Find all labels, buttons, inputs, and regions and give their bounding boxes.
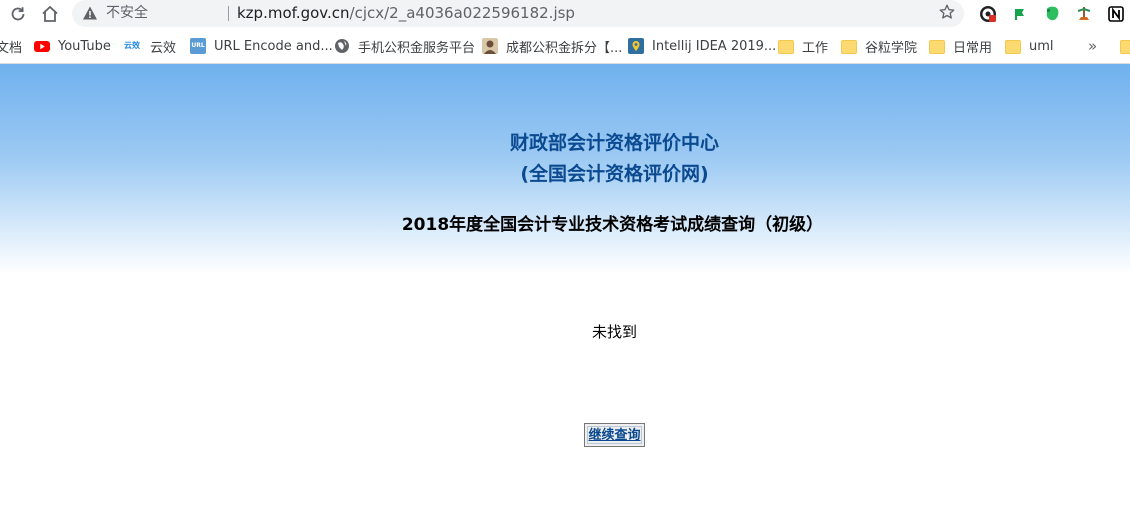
- bookmark-label: 日常用: [953, 40, 993, 56]
- extension-game-icon[interactable]: [1074, 4, 1094, 24]
- folder-icon: [1120, 39, 1130, 54]
- bookmark-label: URL Encode and...: [214, 38, 333, 54]
- bookmark-label: YouTube: [58, 38, 111, 54]
- notion-icon[interactable]: [1106, 4, 1126, 24]
- bookmark-folder-other[interactable]: [1120, 37, 1130, 55]
- evernote-icon[interactable]: [1042, 4, 1062, 24]
- continue-query-label: 继续查询: [588, 427, 641, 443]
- bookmarks-bar: 文档 YouTube 云效 云效 URL URL Encode and... 手…: [0, 31, 1130, 61]
- url-icon: URL: [190, 38, 206, 54]
- bookmark-folder-work[interactable]: 工作: [778, 37, 829, 56]
- bookmark-label: Intellij IDEA 2019...: [652, 38, 777, 54]
- youtube-icon: [34, 38, 50, 54]
- bookmark-label: 工作: [802, 40, 829, 56]
- org-title: 财政部会计资格评价中心: [509, 132, 719, 154]
- warning-icon[interactable]: [82, 5, 98, 25]
- folder-icon: [929, 39, 945, 54]
- bookmark-folder-daily[interactable]: 日常用: [929, 37, 993, 56]
- url-text[interactable]: kzp.mof.gov.cn/cjcx/2_a4036a022596182.js…: [237, 5, 575, 22]
- insecure-label: 不安全: [106, 5, 148, 21]
- result-message: 未找到: [591, 323, 637, 341]
- continue-query-button[interactable]: 继续查询: [584, 423, 645, 447]
- bookmark-docs[interactable]: 文档: [0, 37, 23, 56]
- star-icon[interactable]: [938, 3, 956, 25]
- folder-icon: [778, 39, 794, 54]
- bookmarks-overflow-button[interactable]: »: [1088, 37, 1097, 55]
- bookmark-folder-uml[interactable]: uml: [1005, 37, 1054, 55]
- org-subtitle: (全国会计资格评价网): [520, 163, 709, 185]
- avatar-icon: [482, 38, 498, 54]
- bookmark-label: 文档: [0, 40, 23, 56]
- bookmark-housing-fund[interactable]: 手机公积金服务平台: [334, 37, 476, 56]
- globe-icon: [334, 38, 350, 54]
- bookmark-label: 成都公积金拆分【...: [506, 40, 623, 56]
- bookmark-chengdu-fund[interactable]: 成都公积金拆分【...: [482, 37, 623, 56]
- extension-at-icon[interactable]: [978, 4, 998, 24]
- address-separator: [228, 6, 229, 21]
- bookmark-label: 云效: [150, 40, 177, 56]
- bookmark-intellij[interactable]: Intellij IDEA 2019...: [628, 37, 776, 55]
- bookmark-youtube[interactable]: YouTube: [34, 37, 111, 55]
- bookmark-folder-guli[interactable]: 谷粒学院: [841, 37, 918, 56]
- bookmark-label: 谷粒学院: [865, 40, 918, 56]
- yunxiao-icon: 云效: [124, 41, 140, 50]
- address-bar[interactable]: 不安全 kzp.mof.gov.cn/cjcx/2_a4036a02259618…: [72, 0, 964, 27]
- bookmark-url-encode[interactable]: URL URL Encode and...: [190, 37, 333, 55]
- folder-icon: [1005, 39, 1021, 54]
- page-title: 2018年度全国会计专业技术资格考试成绩查询（初级）: [401, 215, 824, 235]
- extension-flag-icon[interactable]: [1010, 4, 1030, 24]
- reload-icon[interactable]: [6, 2, 30, 26]
- browser-toolbar: 不安全 kzp.mof.gov.cn/cjcx/2_a4036a02259618…: [0, 0, 1130, 28]
- bookmark-yunxiao[interactable]: 云效 云效: [124, 37, 177, 56]
- home-icon[interactable]: [38, 2, 62, 26]
- folder-icon: [841, 39, 857, 54]
- map-pin-icon: [628, 38, 644, 54]
- url-path: /cjcx/2_a4036a022596182.jsp: [349, 4, 575, 22]
- url-host: kzp.mof.gov.cn: [237, 4, 350, 22]
- bookmark-label: 手机公积金服务平台: [358, 40, 476, 56]
- bookmark-label: uml: [1029, 38, 1054, 54]
